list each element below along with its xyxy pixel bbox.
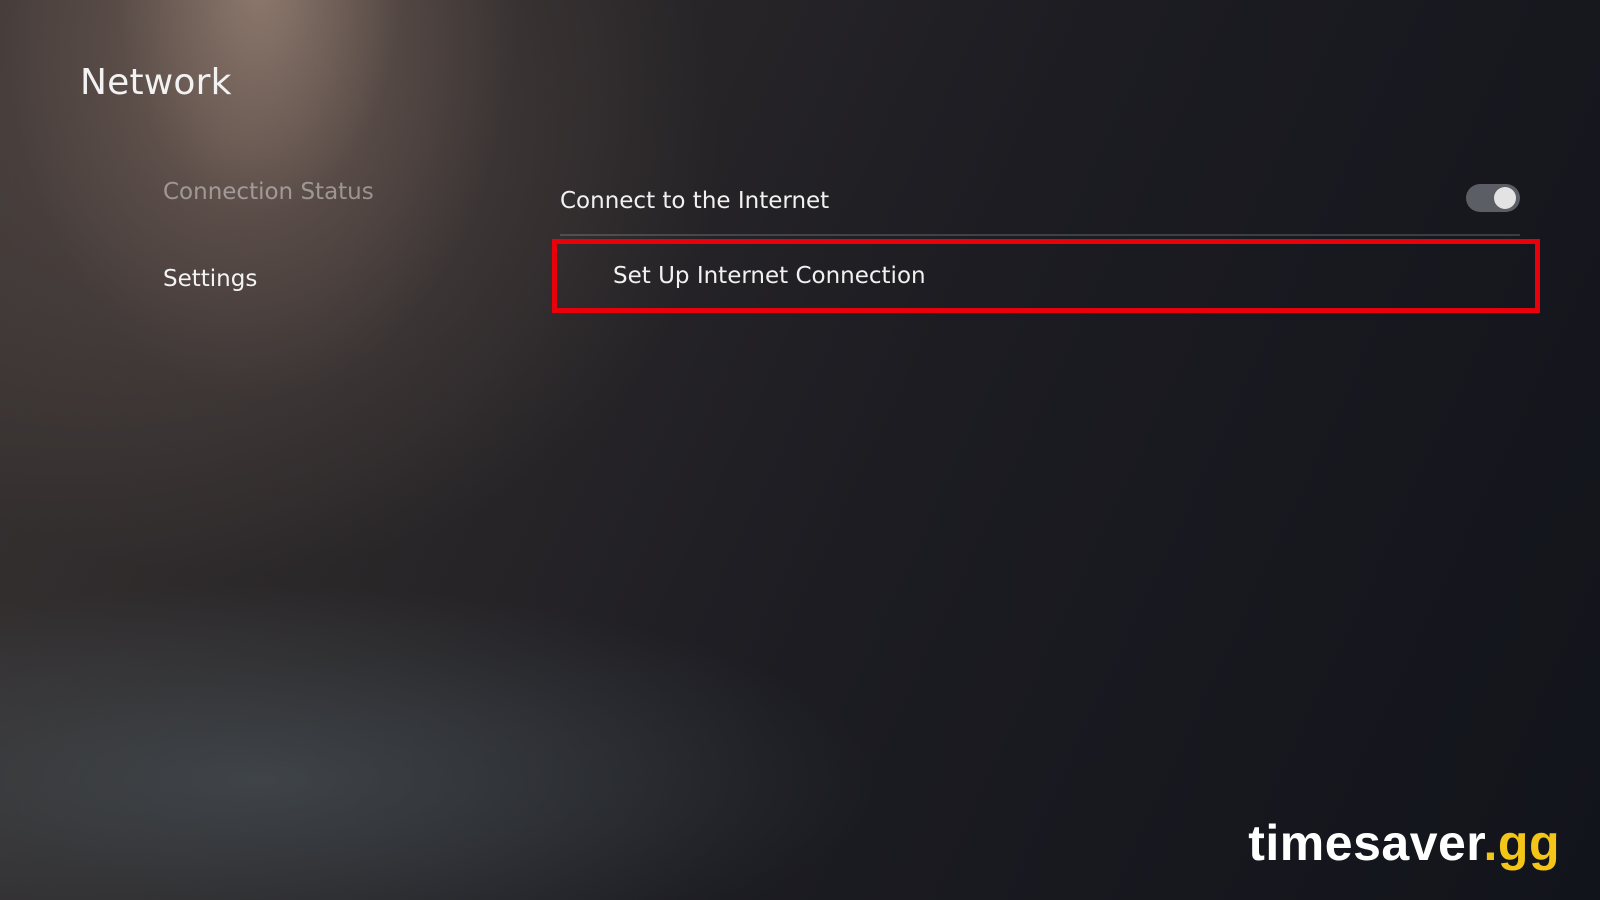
- sidebar-item-connection-status[interactable]: Connection Status: [163, 172, 374, 212]
- connect-internet-label: Connect to the Internet: [560, 188, 830, 214]
- setup-internet-connection-label: Set Up Internet Connection: [613, 263, 926, 289]
- watermark-tld-text: .gg: [1483, 815, 1560, 871]
- page-title: Network: [80, 62, 232, 103]
- toggle-knob: [1494, 187, 1516, 209]
- setup-internet-connection-button[interactable]: Set Up Internet Connection: [552, 239, 1540, 313]
- connect-internet-row[interactable]: Connect to the Internet: [560, 168, 1520, 236]
- watermark-logo: timesaver.gg: [1248, 814, 1560, 872]
- sidebar-item-settings[interactable]: Settings: [163, 259, 374, 299]
- connect-internet-toggle[interactable]: [1466, 184, 1520, 212]
- watermark-main-text: timesaver: [1248, 815, 1484, 871]
- sidebar-nav: Connection Status Settings: [163, 172, 374, 346]
- settings-list: Connect to the Internet Set Up Internet …: [552, 168, 1540, 313]
